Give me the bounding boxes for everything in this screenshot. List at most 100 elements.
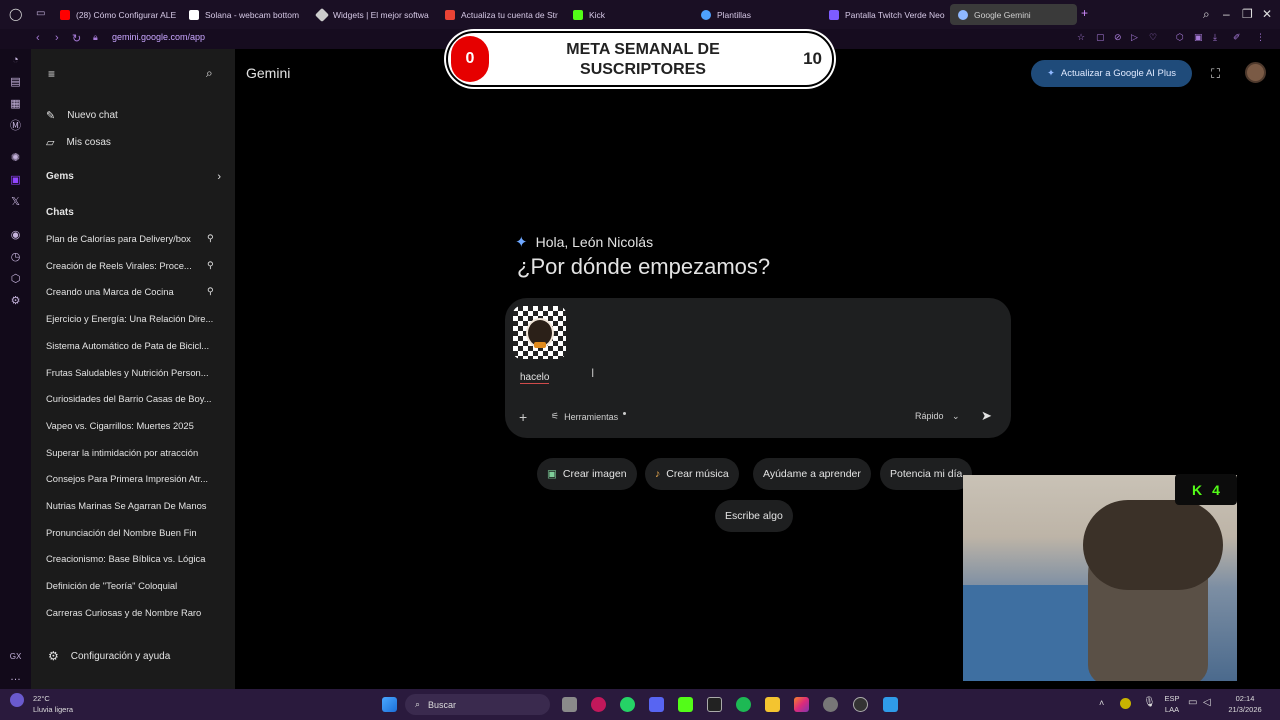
search-icon[interactable]: ⌕	[206, 66, 213, 81]
heart-icon[interactable]: ♡	[1149, 32, 1157, 43]
minimize-icon[interactable]: –	[1223, 7, 1230, 21]
browser-tab-gmail[interactable]: Actualiza tu cuenta de Str	[437, 4, 562, 25]
restore-icon[interactable]: ❐	[1242, 7, 1253, 21]
browser-tab-solana[interactable]: Solana - webcam bottom	[181, 4, 306, 25]
clock-time[interactable]: 02:14	[1222, 694, 1268, 704]
prompt-composer[interactable]: hacelo I + ⚟ Herramientas Rápido ⌄ ➤	[505, 298, 1011, 438]
browser-tab-plantillas[interactable]: Plantillas	[693, 4, 818, 25]
more-icon[interactable]: …	[9, 671, 22, 684]
prompt-input[interactable]: hacelo	[520, 372, 550, 384]
file-explorer-icon[interactable]	[765, 697, 780, 712]
add-file-button[interactable]: +	[519, 409, 527, 425]
gems-button[interactable]: Gems ›	[46, 171, 221, 183]
upgrade-button[interactable]: ✦ Actualizar a Google AI Plus	[1031, 60, 1192, 87]
m-icon[interactable]: Ⓜ	[9, 120, 22, 133]
pinboard-icon[interactable]: ▦	[9, 98, 22, 111]
x-icon[interactable]: 𝕏	[9, 196, 22, 209]
browser-tab-widgets[interactable]: Widgets | El mejor softwa	[309, 4, 435, 25]
aria-icon[interactable]: ◔	[9, 54, 22, 67]
attached-image-thumbnail[interactable]	[513, 306, 566, 359]
workspace-icon[interactable]: ▤	[9, 76, 22, 89]
settings-help-button[interactable]: ⚙ Configuración y ayuda	[48, 649, 170, 663]
capcut-icon[interactable]	[707, 697, 722, 712]
chat-item[interactable]: Ejercicio y Energía: Una Relación Dire..…	[46, 313, 218, 324]
adblock-icon[interactable]: ⊘	[1114, 32, 1122, 43]
gx-icon[interactable]: GX	[9, 650, 22, 663]
chat-item[interactable]: Creacionismo: Base Bíblica vs. Lógica	[46, 553, 218, 564]
reload-icon[interactable]: ↻	[72, 32, 81, 45]
chat-item[interactable]: Consejos Para Primera Impresión Atr...	[46, 473, 218, 484]
chat-item[interactable]: Nutrias Marinas Se Agarran De Manos	[46, 500, 218, 511]
wallet-icon[interactable]: ▣	[1194, 32, 1203, 43]
whatsapp-icon[interactable]	[620, 697, 635, 712]
browser-tab-youtube[interactable]: (28) Cómo Configurar ALE	[52, 4, 180, 25]
new-chat-button[interactable]: ✎ Nuevo chat	[46, 109, 118, 122]
language-indicator[interactable]: ESP	[1160, 694, 1184, 704]
browser-tab-kick[interactable]: Kick	[565, 4, 690, 25]
screenshot-icon[interactable]: ▢	[1096, 32, 1105, 43]
discord-icon[interactable]	[649, 697, 664, 712]
chat-item[interactable]: Creación de Reels Virales: Proce...	[46, 260, 218, 271]
twitch-icon[interactable]: ▣	[9, 174, 22, 187]
chat-item[interactable]: Superar la intimidación por atracción	[46, 447, 218, 458]
chat-item[interactable]: Creando una Marca de Cocina	[46, 286, 218, 297]
chip-help-learn[interactable]: Ayúdame a aprender	[753, 458, 871, 490]
chat-item[interactable]: Carreras Curiosas y de Nombre Raro	[46, 607, 218, 618]
download-icon[interactable]: ⤓	[1213, 32, 1217, 43]
avatar[interactable]	[1245, 62, 1266, 83]
obs-icon[interactable]	[853, 697, 868, 712]
settings-icon[interactable]: ⚙	[9, 295, 22, 308]
chat-item[interactable]: Definición de "Teoría" Coloquial	[46, 580, 218, 591]
task-view-icon[interactable]	[562, 697, 577, 712]
volume-icon[interactable]: ◁	[1203, 697, 1211, 708]
menu-icon[interactable]: ≡	[48, 67, 55, 81]
chip-boost-day[interactable]: Potencia mi día	[880, 458, 973, 490]
photos-icon[interactable]	[883, 697, 898, 712]
player-icon[interactable]: ▷	[1131, 32, 1138, 43]
bookmark-icon[interactable]: ☆	[1077, 32, 1085, 43]
chat-item[interactable]: Plan de Calorías para Delivery/box	[46, 233, 218, 244]
instagram-icon[interactable]	[794, 697, 809, 712]
page-title[interactable]: Gemini	[246, 65, 290, 81]
opera-logo-icon[interactable]: ◯	[9, 7, 22, 21]
back-icon[interactable]: ‹	[36, 32, 40, 44]
chat-item[interactable]: Pronunciación del Nombre Buen Fin	[46, 527, 218, 538]
network-icon[interactable]: ▭	[1188, 697, 1197, 708]
send-button[interactable]: ➤	[981, 408, 992, 424]
windows-start-icon[interactable]	[382, 697, 397, 712]
chip-create-image[interactable]: ▣ Crear imagen	[537, 458, 637, 490]
url-field[interactable]: gemini.google.com/app	[112, 32, 205, 42]
tray-app-icon[interactable]	[1120, 698, 1131, 709]
search-tabs-icon[interactable]: ⌕	[1203, 7, 1210, 22]
chip-write-something[interactable]: Escribe algo	[715, 500, 793, 532]
aria-ai-icon[interactable]: ✐	[1233, 32, 1241, 43]
chat-item[interactable]: Sistema Automático de Pata de Bicicl...	[46, 340, 218, 351]
tools-button[interactable]: ⚟ Herramientas	[551, 411, 627, 422]
chat-item[interactable]: Frutas Saludables y Nutrición Person...	[46, 367, 218, 378]
history-icon[interactable]: ◷	[9, 251, 22, 264]
microphone-icon[interactable]: 🎙︎	[1143, 697, 1156, 708]
temporary-chat-icon[interactable]: ⛶	[1211, 66, 1220, 82]
extensions-icon[interactable]: ⬡	[1176, 32, 1184, 43]
chatgpt-icon[interactable]: ✺	[9, 152, 22, 165]
clock-date[interactable]: 21/3/2026	[1222, 705, 1268, 715]
forward-icon[interactable]: ›	[55, 32, 59, 44]
tray-expand-icon[interactable]: ˄	[1099, 698, 1104, 708]
spotify-icon[interactable]	[736, 697, 751, 712]
opera-gx-icon[interactable]	[591, 697, 606, 712]
chat-item[interactable]: Curiosidades del Barrio Casas de Boy...	[46, 393, 218, 404]
my-stuff-button[interactable]: ▱ Mis cosas	[46, 136, 111, 149]
model-selector[interactable]: Rápido ⌄	[915, 411, 960, 422]
more-menu-icon[interactable]: ⋮	[1256, 32, 1265, 43]
chat-item[interactable]: Vapeo vs. Cigarrillos: Muertes 2025	[46, 420, 218, 431]
tab-menu-icon[interactable]: ▭	[36, 8, 45, 19]
new-tab-icon[interactable]: +	[1081, 6, 1088, 20]
browser-tab-gemini[interactable]: Google Gemini	[950, 4, 1077, 25]
chip-create-music[interactable]: ♪ Crear música	[645, 458, 739, 490]
player-icon[interactable]: ◉	[9, 229, 22, 242]
keyboard-layout[interactable]: LAA	[1160, 705, 1184, 715]
extensions-icon[interactable]: ⬡	[9, 273, 22, 286]
taskbar-search[interactable]: ⌕ Buscar	[405, 694, 550, 715]
weather-desc[interactable]: Lluvia ligera	[33, 705, 73, 715]
close-icon[interactable]: ✕	[1262, 7, 1272, 21]
